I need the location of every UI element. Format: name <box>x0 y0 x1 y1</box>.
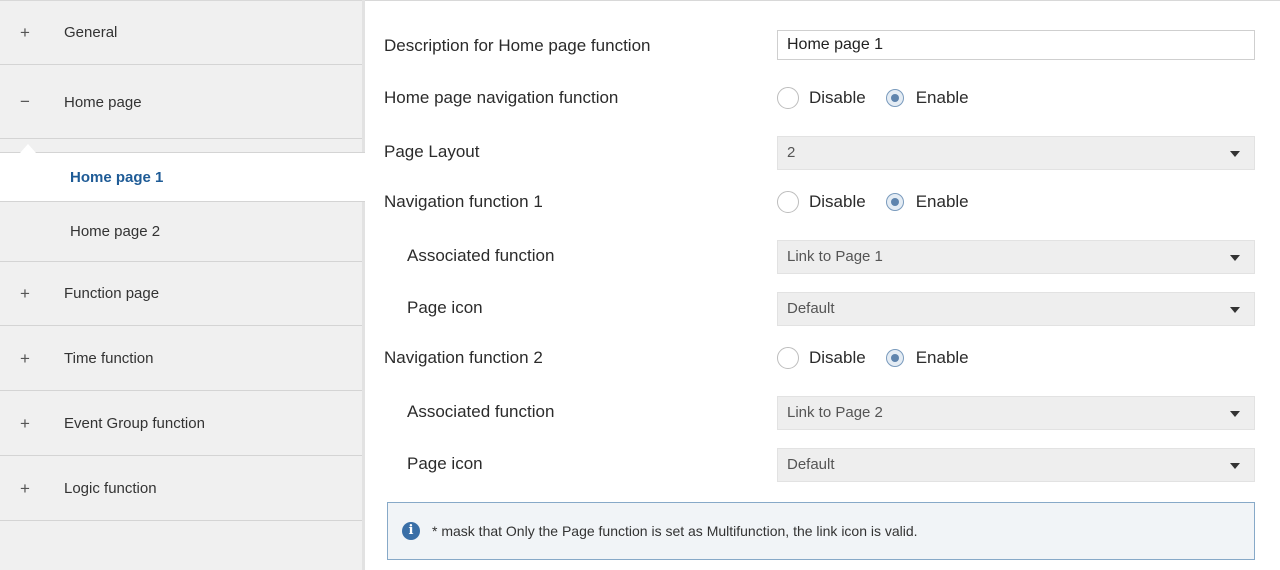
info-banner: i * mask that Only the Page function is … <box>387 502 1255 560</box>
nav1-enable-radio[interactable]: Enable <box>885 192 969 212</box>
layout-row: Page Layout 2 <box>365 132 1280 172</box>
assoc2-label: Associated function <box>407 402 555 421</box>
layout-label: Page Layout <box>384 142 480 161</box>
select-value: Default <box>787 300 835 317</box>
chevron-down-icon <box>1230 307 1240 313</box>
navigation-radio-group: Disable Enable <box>777 78 989 118</box>
layout-select[interactable]: 2 <box>777 136 1255 170</box>
description-input[interactable] <box>777 30 1255 60</box>
chevron-down-icon <box>1230 255 1240 261</box>
icon2-row: Page icon Default <box>365 444 1280 484</box>
sidebar-item-label: Time function <box>64 350 154 367</box>
sidebar-item-general[interactable]: + General <box>0 1 362 65</box>
radio-checked-icon <box>885 349 904 367</box>
sidebar-item-time-function[interactable]: + Time function <box>0 327 362 391</box>
parameter-panel: Description for Home page function Home … <box>365 0 1280 570</box>
sidebar-item-label: Logic function <box>64 480 157 497</box>
radio-label: Enable <box>915 192 969 211</box>
chevron-down-icon <box>1230 463 1240 469</box>
icon2-label: Page icon <box>407 454 483 473</box>
nav2-disable-radio[interactable]: Disable <box>777 347 866 369</box>
nav1-row: Navigation function 1 Disable Enable <box>365 182 1280 222</box>
sidebar-item-home-page-1[interactable]: Home page 1 <box>0 144 365 202</box>
sidebar-item-event-group-function[interactable]: + Event Group function <box>0 392 362 456</box>
expand-icon: + <box>20 283 30 303</box>
expand-icon: + <box>20 22 30 42</box>
sidebar-item-logic-function[interactable]: + Logic function <box>0 457 362 521</box>
nav1-label: Navigation function 1 <box>384 192 543 211</box>
description-label: Description for Home page function <box>384 36 651 55</box>
navigation-enable-radio[interactable]: Enable <box>885 88 969 108</box>
info-text: * mask that Only the Page function is se… <box>432 523 918 539</box>
sidebar-item-home-page[interactable]: − Home page <box>0 66 362 139</box>
select-value: Link to Page 1 <box>787 248 883 265</box>
expand-icon: + <box>20 413 30 433</box>
nav2-radio-group: Disable Enable <box>777 338 989 378</box>
icon1-select[interactable]: Default <box>777 292 1255 326</box>
sidebar-item-label: Function page <box>64 285 160 302</box>
icon1-row: Page icon Default <box>365 288 1280 328</box>
radio-checked-icon <box>885 89 904 107</box>
sidebar-item-label: Home page 2 <box>70 222 161 240</box>
icon2-select[interactable]: Default <box>777 448 1255 482</box>
assoc2-row: Associated function Link to Page 2 <box>365 392 1280 432</box>
radio-label: Disable <box>809 348 866 367</box>
radio-unchecked-icon <box>777 87 799 109</box>
nav1-disable-radio[interactable]: Disable <box>777 191 866 213</box>
chevron-down-icon <box>1230 151 1240 157</box>
chevron-down-icon <box>1230 411 1240 417</box>
sidebar-item-function-page[interactable]: + Function page <box>0 262 362 326</box>
assoc1-select[interactable]: Link to Page 1 <box>777 240 1255 274</box>
select-value: 2 <box>787 144 796 161</box>
expand-icon: + <box>20 478 30 498</box>
sidebar-item-label: General <box>64 24 118 41</box>
navigation-disable-radio[interactable]: Disable <box>777 87 866 109</box>
sidebar-item-home-page-2[interactable]: Home page 2 <box>0 206 362 256</box>
nav2-enable-radio[interactable]: Enable <box>885 348 969 368</box>
radio-label: Disable <box>809 88 866 107</box>
description-row: Description for Home page function <box>365 26 1280 66</box>
expand-icon: + <box>20 348 30 368</box>
radio-unchecked-icon <box>777 347 799 369</box>
icon1-label: Page icon <box>407 298 483 317</box>
navigation-label: Home page navigation function <box>384 88 619 107</box>
radio-label: Enable <box>915 88 969 107</box>
radio-checked-icon <box>885 193 904 211</box>
navigation-row: Home page navigation function Disable En… <box>365 78 1280 118</box>
radio-label: Disable <box>809 192 866 211</box>
radio-unchecked-icon <box>777 191 799 213</box>
info-icon: i <box>402 522 420 540</box>
sidebar: + General − Home page Home page 1 Home p… <box>0 0 365 570</box>
sidebar-item-label: Event Group function <box>64 415 205 432</box>
nav1-radio-group: Disable Enable <box>777 182 989 222</box>
select-value: Link to Page 2 <box>787 404 883 421</box>
sidebar-item-label: Home page 1 <box>70 168 164 186</box>
assoc1-row: Associated function Link to Page 1 <box>365 236 1280 276</box>
nav2-label: Navigation function 2 <box>384 348 543 367</box>
select-value: Default <box>787 456 835 473</box>
nav2-row: Navigation function 2 Disable Enable <box>365 338 1280 378</box>
assoc2-select[interactable]: Link to Page 2 <box>777 396 1255 430</box>
assoc1-label: Associated function <box>407 246 555 265</box>
radio-label: Enable <box>915 348 969 367</box>
collapse-icon: − <box>20 92 30 111</box>
sidebar-item-label: Home page <box>64 93 142 111</box>
